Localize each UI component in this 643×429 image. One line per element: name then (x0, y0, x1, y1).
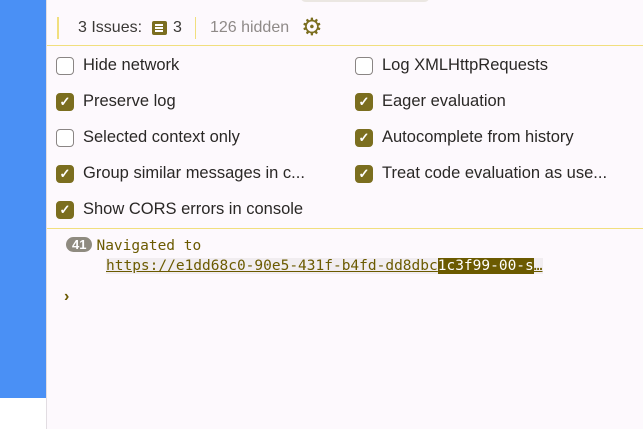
checkbox[interactable]: ✓ (355, 164, 373, 183)
setting-label: Eager evaluation (382, 92, 506, 110)
setting-autocomplete-from-history[interactable]: ✓ Autocomplete from history (355, 128, 574, 147)
checkbox[interactable]: ✓ (56, 92, 74, 111)
repeat-count-badge: 41 (66, 237, 93, 252)
console-message: 41 Navigated to (66, 237, 201, 254)
setting-label: Hide network (83, 56, 180, 74)
setting-group-similar-messages-in-c[interactable]: ✓ Group similar messages in c... (56, 164, 305, 183)
toolbar-divider (57, 16, 59, 39)
gear-icon[interactable]: ⚙ (301, 15, 323, 40)
setting-label: Log XMLHttpRequests (382, 56, 549, 74)
left-panel-bottom (0, 398, 46, 429)
checkbox[interactable] (56, 128, 74, 147)
message-icon[interactable] (152, 20, 168, 35)
setting-label: Autocomplete from history (382, 128, 574, 146)
setting-selected-context-only[interactable]: Selected context only (56, 128, 240, 147)
checkbox[interactable]: ✓ (355, 92, 373, 111)
url-link[interactable]: https://e1dd68c0-90e5-431f-b4fd-dd8dbc1c… (106, 258, 543, 274)
setting-show-cors-errors-in-console[interactable]: ✓ Show CORS errors in console (56, 200, 303, 219)
setting-log-xmlhttprequests[interactable]: Log XMLHttpRequests (355, 56, 548, 75)
url-highlight[interactable]: 1c3f99-00-s (437, 258, 534, 274)
top-tab-edge (300, 0, 430, 2)
issues-count[interactable]: 3 (173, 19, 182, 37)
checkbox[interactable]: ✓ (355, 128, 373, 147)
divider (47, 228, 643, 229)
checkbox[interactable] (56, 56, 74, 75)
checkbox[interactable]: ✓ (56, 200, 74, 219)
setting-treat-code-evaluation-as-use[interactable]: ✓ Treat code evaluation as use... (355, 164, 607, 183)
url-text[interactable]: https://e1dd68c0-90e5-431f-b4fd-dd8dbc (106, 258, 438, 274)
setting-label: Group similar messages in c... (83, 164, 305, 182)
issues-label[interactable]: 3 Issues: (78, 19, 142, 37)
console-prompt-icon[interactable]: › (64, 288, 69, 306)
setting-preserve-log[interactable]: ✓ Preserve log (56, 92, 176, 111)
setting-eager-evaluation[interactable]: ✓ Eager evaluation (355, 92, 506, 111)
setting-label: Selected context only (83, 128, 240, 146)
console-toolbar: 3 Issues: 3 126 hidden ⚙ (47, 10, 643, 46)
setting-label: Show CORS errors in console (83, 200, 304, 218)
toolbar-divider (194, 16, 196, 39)
url-ellipsis: … (533, 258, 543, 274)
setting-label: Treat code evaluation as use... (382, 164, 608, 182)
left-panel (0, 0, 46, 398)
message-text: Navigated to (96, 238, 202, 254)
setting-hide-network[interactable]: Hide network (56, 56, 179, 75)
checkbox[interactable]: ✓ (56, 164, 74, 183)
hidden-count: 126 hidden (209, 18, 290, 36)
setting-label: Preserve log (83, 92, 176, 110)
checkbox[interactable] (355, 56, 373, 75)
panel-resizer[interactable] (46, 0, 47, 429)
